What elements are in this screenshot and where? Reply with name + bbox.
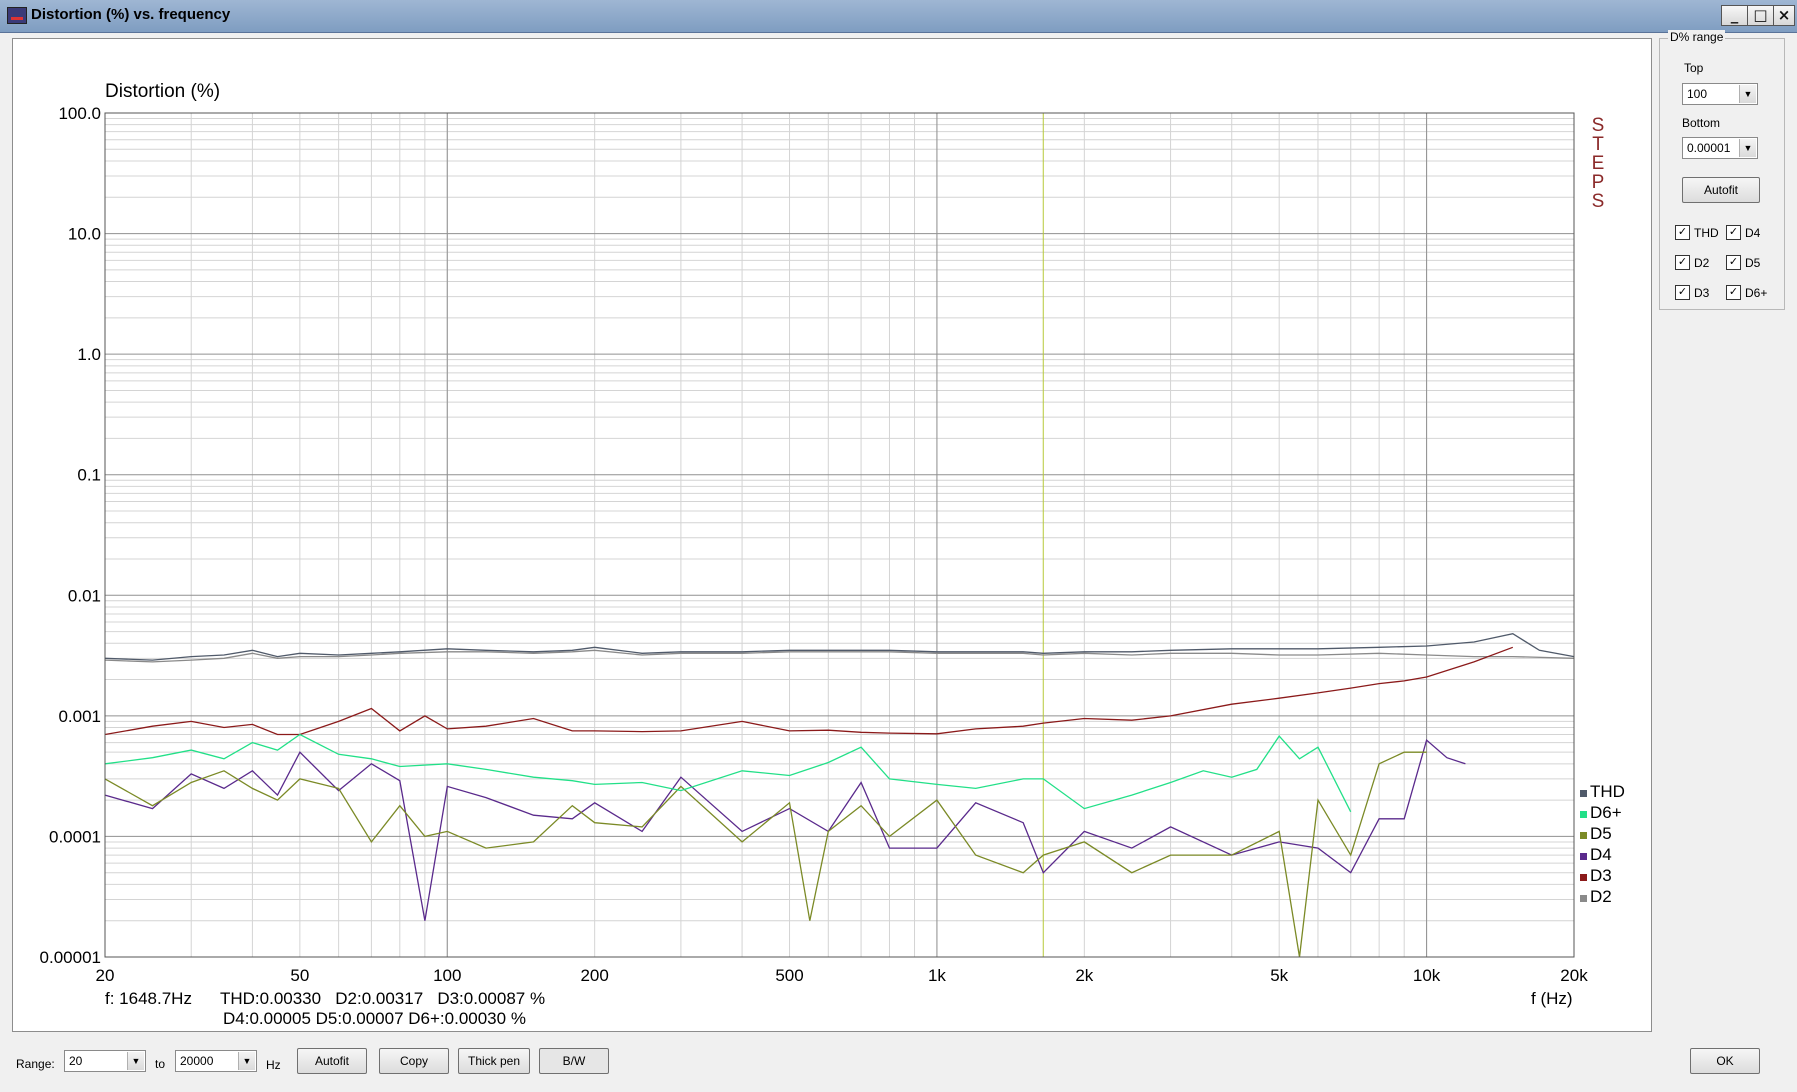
readout-line-1: f: 1648.7Hz THD:0.00330 D2:0.00317 D3:0.… [105, 989, 545, 1008]
check-icon[interactable]: ✓ [1675, 255, 1690, 270]
x-tick-label: 1k [928, 966, 946, 985]
legend-swatch [1580, 895, 1587, 902]
bottom-label: Bottom [1682, 116, 1721, 130]
check-icon[interactable]: ✓ [1675, 285, 1690, 300]
checkbox-label: THD [1694, 226, 1719, 240]
chevron-down-icon[interactable]: ▼ [127, 1052, 144, 1070]
checkbox-label: D3 [1694, 286, 1710, 300]
y-tick-label: 0.01 [68, 586, 101, 605]
check-icon[interactable]: ✓ [1675, 225, 1690, 240]
steps-letter: P [1592, 172, 1605, 193]
d-range-panel: D% range Top 100 ▼ Bottom 0.00001 ▼ Auto… [1659, 30, 1785, 310]
x-tick-label: 100 [433, 966, 461, 985]
x-tick-label: 2k [1075, 966, 1093, 985]
plot-area[interactable]: 20 50 100 200 500 1k 2k 5k 10k 20k 100.0 10.0 1.0 0.… [12, 38, 1652, 1032]
series-line-d5 [104, 751, 1427, 958]
distortion-chart[interactable]: 20 50 100 200 500 1k 2k 5k 10k 20k 100.0 10.0 1.0 0.… [13, 39, 1651, 1031]
checkbox-label: D2 [1694, 256, 1710, 270]
range-label: Range: [16, 1057, 55, 1071]
steps-letter: E [1592, 153, 1605, 174]
legend-swatch [1580, 874, 1587, 881]
autofit-button[interactable]: Autofit [297, 1048, 367, 1074]
check-icon[interactable]: ✓ [1726, 285, 1741, 300]
hz-unit-label: Hz [266, 1058, 281, 1072]
checkbox-label: D6+ [1745, 286, 1768, 300]
bw-toggle-button[interactable]: B/W [539, 1048, 609, 1074]
range-to-value: 20000 [180, 1054, 214, 1068]
y-tick-label: 100.0 [58, 104, 101, 123]
x-tick-label: 200 [580, 966, 608, 985]
legend-label: D3 [1590, 866, 1612, 885]
copy-button[interactable]: Copy [379, 1048, 449, 1074]
y-tick-label: 0.0001 [49, 827, 101, 846]
y-tick-label: 0.001 [58, 707, 101, 726]
top-range-select[interactable]: 100 ▼ [1682, 83, 1758, 105]
y-tick-label: 10.0 [68, 225, 101, 244]
range-to-select[interactable]: 20000 ▼ [175, 1050, 257, 1072]
bottom-range-value: 0.00001 [1687, 141, 1731, 155]
legend-swatch [1580, 853, 1587, 860]
steps-letter: S [1592, 191, 1605, 212]
legend-label: THD [1590, 782, 1625, 801]
x-tick-label: 20k [1560, 966, 1588, 985]
legend-label: D2 [1590, 887, 1612, 906]
top-range-value: 100 [1687, 87, 1708, 101]
y-tick-label: 0.00001 [40, 948, 101, 967]
window-title: Distortion (%) vs. frequency [31, 6, 231, 23]
x-tick-label: 5k [1270, 966, 1288, 985]
thick-pen-button[interactable]: Thick pen [458, 1048, 530, 1074]
x-axis-title: f (Hz) [1531, 989, 1573, 1008]
close-button[interactable]: × [1773, 5, 1795, 26]
readout-line-2: D4:0.00005 D5:0.00007 D6+:0.00030 % [223, 1009, 526, 1028]
top-label: Top [1684, 61, 1704, 75]
steps-letter: S [1592, 115, 1605, 136]
y-tick-label: 0.1 [77, 466, 101, 485]
chevron-down-icon[interactable]: ▼ [1739, 139, 1756, 157]
title-bar: Distortion (%) vs. frequency _ □ × [0, 0, 1797, 33]
range-from-select[interactable]: 20 ▼ [64, 1050, 146, 1072]
check-icon[interactable]: ✓ [1726, 255, 1741, 270]
legend-swatch [1580, 790, 1587, 797]
legend-label: D4 [1590, 845, 1612, 864]
checkbox-label: D4 [1745, 226, 1761, 240]
range-from-value: 20 [69, 1054, 83, 1068]
series-line-d2 [104, 649, 1575, 663]
minimize-button[interactable]: _ [1721, 5, 1748, 26]
ok-button[interactable]: OK [1690, 1048, 1760, 1074]
y-axis-title: Distortion (%) [105, 81, 220, 102]
legend-label: D5 [1590, 824, 1612, 843]
y-tick-label: 1.0 [77, 345, 101, 364]
x-tick-label: 20 [96, 966, 115, 985]
chevron-down-icon[interactable]: ▼ [1739, 85, 1756, 103]
d-range-title: D% range [1668, 30, 1726, 44]
to-label: to [155, 1057, 166, 1071]
series-line-d4 [104, 738, 1466, 921]
bottom-range-select[interactable]: 0.00001 ▼ [1682, 137, 1758, 159]
legend-swatch [1580, 811, 1587, 818]
legend-label: D6+ [1590, 803, 1622, 822]
x-tick-label: 10k [1413, 966, 1441, 985]
check-icon[interactable]: ✓ [1726, 225, 1741, 240]
checkbox-label: D5 [1745, 256, 1761, 270]
legend-swatch [1580, 832, 1587, 839]
steps-letter: T [1592, 134, 1604, 155]
x-tick-label: 500 [775, 966, 803, 985]
steps-label: STEPS [1592, 115, 1605, 212]
maximize-button[interactable]: □ [1747, 5, 1774, 26]
x-tick-label: 50 [290, 966, 309, 985]
app-icon [7, 7, 27, 24]
chevron-down-icon[interactable]: ▼ [238, 1052, 255, 1070]
range-autofit-button[interactable]: Autofit [1682, 177, 1760, 203]
